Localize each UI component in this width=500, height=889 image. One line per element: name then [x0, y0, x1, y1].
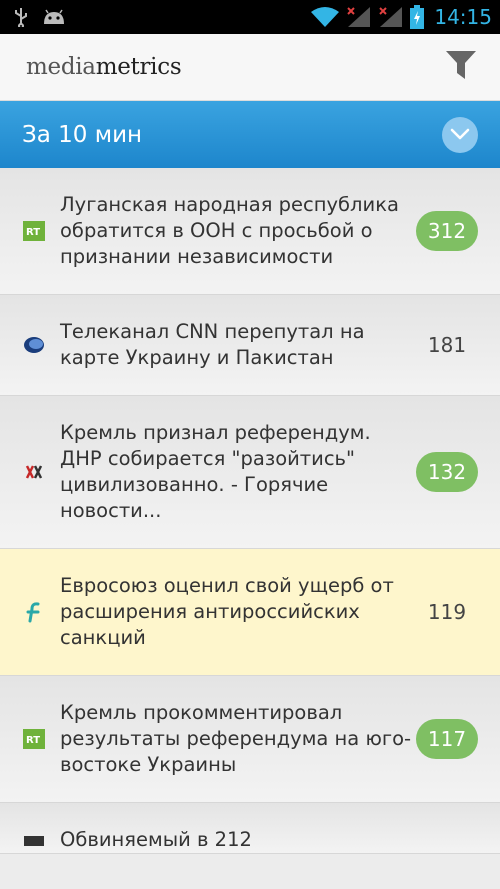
red-mark-logo-icon [22, 460, 46, 484]
news-title: Кремль прокомментировал результаты рефер… [60, 701, 412, 776]
brand-light-text: media [26, 54, 96, 80]
news-item[interactable]: RT Луганская народная республика обратит… [0, 168, 500, 295]
svg-text:RT: RT [26, 735, 40, 746]
news-title: Телеканал CNN перепутал на карте Украину… [60, 320, 365, 369]
news-item[interactable]: Евросоюз оценил свой ущерб от расширения… [0, 549, 500, 676]
signal-icon [346, 6, 372, 28]
signal-icon [378, 6, 404, 28]
rt-logo-icon: RT [22, 727, 46, 751]
news-count-badge: 132 [416, 452, 478, 492]
status-bar: 14:15 [0, 0, 500, 34]
news-title: Обвиняемый в 212 [60, 828, 252, 851]
brand-bold-text: metrics [95, 54, 182, 80]
rt-logo-icon: RT [22, 219, 46, 243]
filter-icon [445, 50, 477, 84]
news-title: Кремль признал референдум. ДНР собираетс… [60, 421, 371, 522]
status-time: 14:15 [434, 5, 492, 29]
period-toggle-button[interactable] [442, 116, 478, 153]
globe-logo-icon [22, 333, 46, 357]
android-icon [42, 8, 66, 26]
news-count-badge: 117 [416, 719, 478, 759]
news-count-badge: 312 [416, 211, 478, 251]
app-logo: mediametrics [26, 54, 182, 80]
news-item[interactable]: Кремль признал референдум. ДНР собираетс… [0, 396, 500, 549]
svg-text:RT: RT [26, 227, 40, 238]
news-count: 181 [427, 333, 467, 357]
period-selector[interactable]: За 10 мин [0, 101, 500, 168]
news-title: Луганская народная республика обратится … [60, 193, 399, 268]
news-item[interactable]: Обвиняемый в 212 [0, 803, 500, 854]
f-logo-icon [22, 600, 46, 624]
news-list: RT Луганская народная республика обратит… [0, 168, 500, 854]
chevron-down-icon [450, 125, 470, 144]
filter-button[interactable] [444, 50, 478, 84]
news-title: Евросоюз оценил свой ущерб от расширения… [60, 574, 394, 649]
app-header: mediametrics [0, 34, 500, 101]
usb-icon [14, 7, 28, 27]
news-count: 119 [427, 600, 467, 624]
news-item[interactable]: Телеканал CNN перепутал на карте Украину… [0, 295, 500, 396]
battery-charging-icon [410, 5, 425, 29]
dark-logo-icon [22, 829, 46, 853]
wifi-icon [310, 6, 340, 28]
period-label: За 10 мин [22, 121, 143, 148]
news-item[interactable]: RT Кремль прокомментировал результаты ре… [0, 676, 500, 803]
